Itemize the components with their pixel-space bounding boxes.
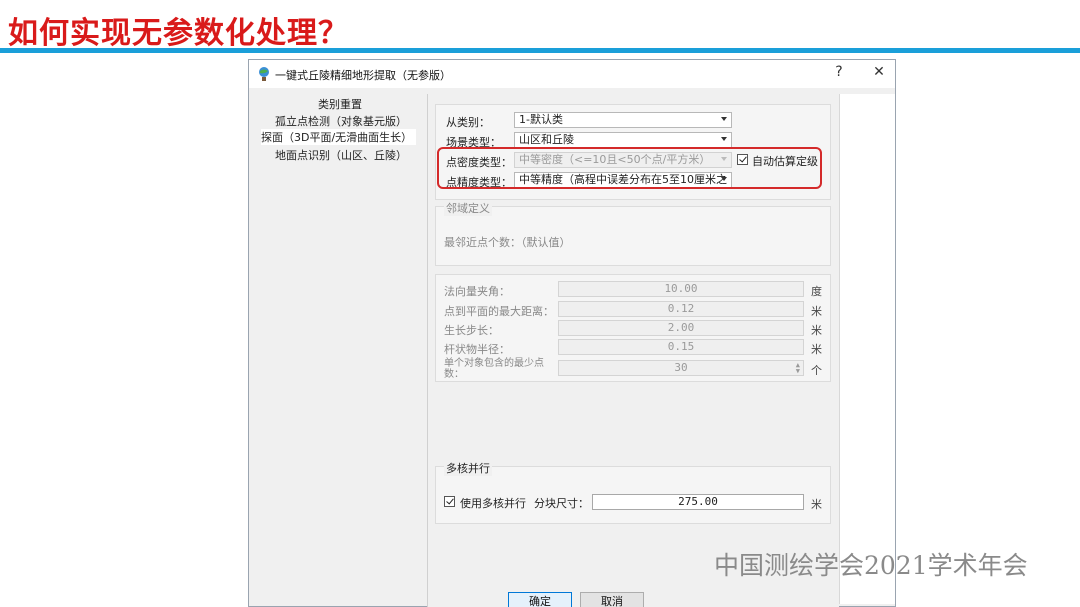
highlight-annotation bbox=[437, 147, 822, 189]
from-class-value: 1-默认类 bbox=[519, 113, 563, 126]
use-multicore-label: 使用多核并行 bbox=[460, 497, 526, 510]
param-label-rod-radius: 杆状物半径： bbox=[444, 343, 510, 356]
tree-header: 类别重置 bbox=[318, 98, 362, 111]
block-size-input[interactable]: 275.00 bbox=[592, 494, 804, 510]
neighborhood-group-label: 邻域定义 bbox=[444, 200, 492, 216]
max-distance-input[interactable]: 0.12 bbox=[558, 301, 804, 317]
ok-button[interactable]: 确定 bbox=[508, 592, 572, 607]
param-unit-meter: 米 bbox=[811, 305, 822, 318]
app-globe-icon bbox=[259, 67, 269, 81]
dialog-titlebar[interactable]: 一键式丘陵精细地形提取（无参版） ? ✕ bbox=[249, 60, 895, 88]
spinner-arrows-icon[interactable]: ▲ ▼ bbox=[796, 362, 800, 375]
param-label-min-points: 单个对象包含的最少点数： bbox=[444, 358, 544, 380]
growth-step-input[interactable]: 2.00 bbox=[558, 320, 804, 336]
extraction-dialog: 一键式丘陵精细地形提取（无参版） ? ✕ 类别重置 孤立点检测（对象基元版） 探… bbox=[248, 59, 896, 607]
tree-item-ground-points[interactable]: 地面点识别（山区、丘陵） bbox=[275, 147, 407, 163]
close-button[interactable]: ✕ bbox=[869, 64, 889, 80]
min-points-value: 30 bbox=[674, 361, 688, 374]
param-label-max-distance: 点到平面的最大距离： bbox=[444, 305, 554, 318]
param-label-normal-angle: 法向量夹角： bbox=[444, 285, 510, 298]
help-button[interactable]: ? bbox=[829, 64, 849, 80]
param-label-growth-step: 生长步长： bbox=[444, 324, 499, 337]
multicore-group-label: 多核并行 bbox=[444, 460, 492, 476]
from-class-select[interactable]: 1-默认类 bbox=[514, 112, 732, 128]
scene-type-select[interactable]: 山区和丘陵 bbox=[514, 132, 732, 148]
chevron-down-icon bbox=[721, 137, 727, 141]
from-class-label: 从类别： bbox=[446, 116, 490, 129]
title-rule bbox=[0, 48, 1080, 53]
watermark: 中国测绘学会2021学术年会 bbox=[714, 551, 1028, 580]
tree-item-isolated-points[interactable]: 孤立点检测（对象基元版） bbox=[275, 113, 407, 129]
cancel-button[interactable]: 取消 bbox=[580, 592, 644, 607]
min-points-spinner[interactable]: 30 ▲ ▼ bbox=[558, 360, 804, 376]
block-size-label: 分块尺寸： bbox=[534, 497, 589, 510]
rod-radius-input[interactable]: 0.15 bbox=[558, 339, 804, 355]
tree-item-plane-growing[interactable]: 探面（3D平面/无滑曲面生长） bbox=[261, 129, 417, 145]
slide-title: 如何实现无参数化处理？ bbox=[8, 16, 349, 51]
category-tree: 类别重置 孤立点检测（对象基元版） 探面（3D平面/无滑曲面生长） 地面点识别（… bbox=[255, 94, 425, 594]
param-unit-count: 个 bbox=[811, 364, 822, 377]
neighbors-label: 最邻近点个数：（默认值） bbox=[444, 236, 571, 249]
param-unit-degree: 度 bbox=[811, 285, 822, 298]
normal-angle-input[interactable]: 10.00 bbox=[558, 281, 804, 297]
param-unit-meter: 米 bbox=[811, 324, 822, 337]
block-size-unit: 米 bbox=[811, 498, 822, 511]
right-column bbox=[839, 94, 895, 604]
dialog-title: 一键式丘陵精细地形提取（无参版） bbox=[275, 69, 451, 82]
chevron-down-icon bbox=[721, 117, 727, 121]
scene-type-value: 山区和丘陵 bbox=[519, 133, 574, 146]
param-unit-meter: 米 bbox=[811, 343, 822, 356]
use-multicore-checkbox[interactable] bbox=[444, 496, 455, 507]
